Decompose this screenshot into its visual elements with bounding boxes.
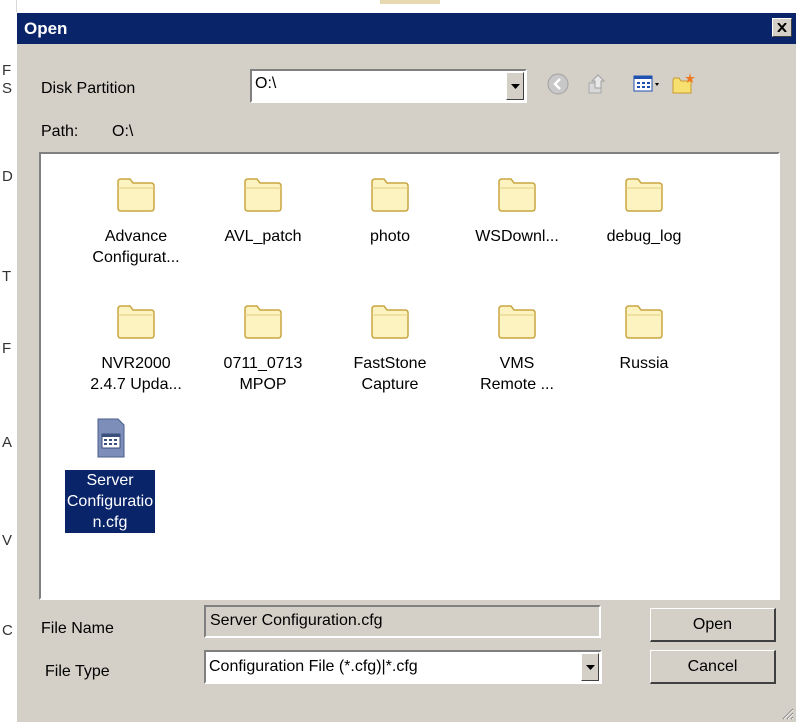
file-name-label: AVL_patch (224, 228, 302, 245)
folder-item[interactable]: WSDownl... (456, 174, 578, 247)
file-name-label: VMS Remote ... (480, 355, 554, 393)
path-label: Path: (41, 123, 79, 140)
folder-icon (244, 178, 282, 212)
new-folder-icon (672, 73, 695, 94)
background-text: F (2, 340, 12, 357)
file-type-label: File Type (45, 663, 110, 680)
back-button[interactable] (543, 69, 573, 99)
background-text: T (2, 268, 12, 285)
folder-icon (371, 178, 409, 212)
file-name-label: Advance Configurat... (92, 228, 180, 266)
dialog-title: Open (24, 19, 68, 38)
folder-icon (625, 305, 663, 339)
resize-grip-icon[interactable] (780, 706, 794, 720)
view-menu-button[interactable] (631, 69, 661, 99)
folder-item[interactable]: photo (329, 174, 451, 247)
chevron-down-icon (585, 664, 595, 670)
config-file-icon (97, 418, 125, 458)
title-bar[interactable]: Open (17, 13, 796, 44)
background-text: C (2, 622, 13, 639)
chevron-down-icon (510, 83, 520, 89)
view-menu-icon (633, 75, 659, 92)
file-name-label: File Name (41, 620, 114, 637)
new-folder-button[interactable] (669, 69, 699, 99)
file-name-label: photo (369, 228, 411, 245)
disk-partition-label: Disk Partition (41, 80, 136, 97)
disk-partition-select[interactable]: O:\ (250, 69, 527, 103)
folder-icon (498, 178, 536, 212)
disk-partition-value: O:\ (255, 75, 277, 92)
background-text: S (2, 80, 13, 97)
folder-item[interactable]: Advance Configurat... (75, 174, 197, 268)
up-folder-icon (588, 74, 606, 94)
config-file-item[interactable]: Server Configuratio n.cfg (49, 418, 171, 533)
file-name-value: Server Configuration.cfg (210, 612, 383, 629)
background-text: D (2, 168, 13, 185)
file-type-value: Configuration File (*.cfg)|*.cfg (209, 658, 418, 675)
open-dialog: Open Disk Partition O:\ Path: O:\ Advanc… (16, 12, 796, 722)
folder-icon (244, 305, 282, 339)
file-name-label: NVR2000 2.4.7 Upda... (90, 355, 182, 393)
file-name-field[interactable]: Server Configuration.cfg (204, 605, 601, 638)
up-folder-button[interactable] (583, 69, 613, 99)
background-text: V (2, 532, 13, 549)
folder-item[interactable]: 0711_0713 MPOP (202, 301, 324, 395)
file-list[interactable]: Advance Configurat... AVL_patch photo WS… (39, 152, 780, 600)
folder-item[interactable]: NVR2000 2.4.7 Upda... (75, 301, 197, 395)
disk-partition-dropdown-button[interactable] (506, 72, 524, 100)
background-text: A (2, 434, 13, 451)
folder-icon (117, 305, 155, 339)
background-text: F (2, 62, 12, 79)
folder-item[interactable]: VMS Remote ... (456, 301, 578, 395)
background-window-edge: F S D T F A V C (0, 0, 17, 722)
file-type-select[interactable]: Configuration File (*.cfg)|*.cfg (204, 650, 602, 684)
folder-icon (117, 178, 155, 212)
file-name-label: FastStone Capture (353, 355, 427, 393)
background-window-strip (380, 0, 440, 4)
open-button[interactable]: Open (650, 608, 776, 642)
folder-item[interactable]: Russia (583, 301, 705, 374)
file-name-label: Russia (619, 355, 669, 372)
file-type-dropdown-button[interactable] (581, 653, 599, 681)
folder-icon (371, 305, 409, 339)
back-icon (547, 73, 569, 95)
file-name-label: WSDownl... (475, 228, 559, 245)
file-name-label: 0711_0713 MPOP (223, 355, 303, 393)
close-button[interactable] (772, 18, 792, 37)
close-icon (777, 23, 787, 32)
file-name-label: debug_log (606, 228, 682, 245)
folder-item[interactable]: FastStone Capture (329, 301, 451, 395)
file-name-label: Server Configuratio n.cfg (64, 470, 156, 533)
path-value: O:\ (112, 123, 134, 140)
folder-item[interactable]: debug_log (583, 174, 705, 247)
folder-item[interactable]: AVL_patch (202, 174, 324, 247)
folder-icon (625, 178, 663, 212)
cancel-button[interactable]: Cancel (650, 650, 776, 684)
folder-icon (498, 305, 536, 339)
